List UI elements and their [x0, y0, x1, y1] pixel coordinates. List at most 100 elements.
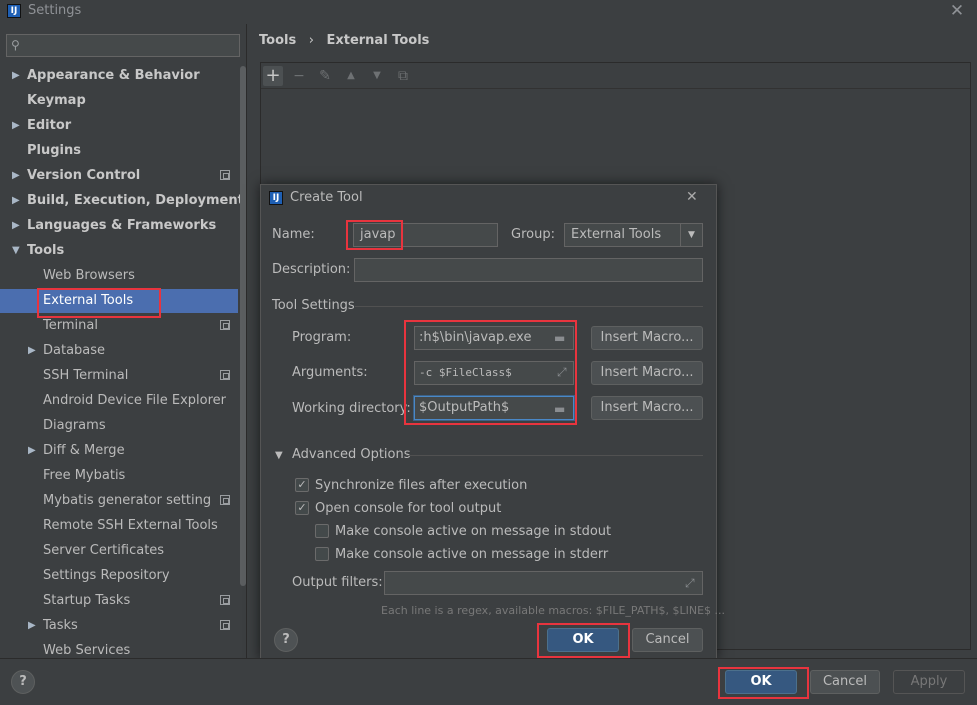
sidebar-item[interactable]: ▶ Editor [0, 114, 238, 138]
sidebar-item-label: Tools [27, 243, 65, 258]
sidebar-item[interactable]: Plugins [0, 139, 238, 163]
chevron-right-icon[interactable]: ▶ [12, 214, 20, 238]
sidebar-item[interactable]: Startup Tasks [0, 589, 238, 613]
insert-macro-button-workdir[interactable]: Insert Macro... [591, 396, 703, 420]
add-icon[interactable]: + [263, 66, 283, 86]
insert-macro-button-program[interactable]: Insert Macro... [591, 326, 703, 350]
sidebar-item-label: Mybatis generator setting [43, 493, 212, 508]
sidebar-item[interactable]: Web Browsers [0, 264, 238, 288]
sidebar-item[interactable]: Keymap [0, 89, 238, 113]
project-scope-icon [220, 495, 230, 505]
group-label: Group: [511, 227, 555, 242]
advanced-options-label[interactable]: Advanced Options [292, 447, 411, 462]
folder-icon[interactable]: ▬ [554, 402, 565, 416]
sidebar-item[interactable]: Terminal [0, 314, 238, 338]
sidebar-item[interactable]: Mybatis generator setting [0, 489, 238, 513]
sidebar-item-label: Server Certificates [43, 543, 165, 558]
breadcrumb: Tools › External Tools [259, 33, 429, 48]
sidebar-item-label: Remote SSH External Tools [43, 518, 218, 533]
dialog-help-button[interactable]: ? [274, 628, 298, 652]
chevron-right-icon[interactable]: ▶ [12, 64, 20, 88]
chevron-right-icon[interactable]: ▶ [12, 164, 20, 188]
copy-icon[interactable]: ⧉ [393, 66, 413, 86]
sidebar-item[interactable]: ▶ Build, Execution, Deployment [0, 189, 244, 213]
settings-ok-button[interactable]: OK [725, 670, 797, 694]
move-up-icon[interactable]: ▲ [341, 66, 361, 86]
output-filters-hint: Each line is a regex, available macros: … [381, 604, 726, 617]
sidebar-item-label: Android Device File Explorer [43, 393, 226, 408]
sidebar-item-label: Database [43, 343, 106, 358]
synchronize-files-label: Synchronize files after execution [315, 478, 528, 493]
sidebar-item[interactable]: Free Mybatis [0, 464, 238, 488]
sidebar-item-label: External Tools [43, 293, 134, 308]
name-label: Name: [272, 227, 315, 242]
edit-icon[interactable]: ✎ [315, 66, 335, 86]
stdout-label: Make console active on message in stdout [335, 524, 612, 539]
project-scope-icon [220, 170, 230, 180]
sidebar-item[interactable]: ▶ Tasks [0, 614, 238, 638]
window-close-icon[interactable]: ✕ [946, 0, 968, 22]
sidebar-item[interactable]: ▶ Diff & Merge [0, 439, 238, 463]
move-down-icon[interactable]: ▼ [367, 66, 387, 86]
sidebar-item-label: Tasks [43, 618, 78, 633]
breadcrumb-parent[interactable]: Tools [259, 33, 296, 48]
output-filters-label: Output filters: [292, 575, 383, 590]
sidebar-item[interactable]: ▶ Version Control [0, 164, 238, 188]
stderr-checkbox[interactable] [315, 547, 329, 561]
working-directory-input[interactable]: $OutputPath$ [414, 396, 574, 420]
chevron-down-icon[interactable]: ▼ [12, 239, 20, 263]
dialog-app-icon: IJ [269, 191, 283, 205]
output-filters-input[interactable] [384, 571, 703, 595]
sidebar-item[interactable]: ▶ Database [0, 339, 238, 363]
dialog-title: Create Tool [290, 190, 363, 205]
folder-icon[interactable]: ▬ [554, 331, 565, 345]
settings-cancel-button[interactable]: Cancel [810, 670, 880, 694]
insert-macro-button-arguments[interactable]: Insert Macro... [591, 361, 703, 385]
sidebar-item[interactable]: Diagrams [0, 414, 238, 438]
sidebar-item[interactable]: ▶ Languages & Frameworks [0, 214, 238, 238]
settings-help-button[interactable]: ? [11, 670, 35, 694]
stdout-checkbox[interactable] [315, 524, 329, 538]
description-input[interactable] [354, 258, 703, 282]
intellij-app-icon: IJ [7, 4, 21, 18]
arguments-label: Arguments: [292, 365, 368, 380]
settings-search-input[interactable] [6, 34, 240, 57]
advanced-options-separator [406, 455, 703, 456]
chevron-right-icon[interactable]: ▶ [28, 439, 36, 463]
sidebar-item-label: SSH Terminal [43, 368, 129, 383]
sidebar-item[interactable]: Server Certificates [0, 539, 238, 563]
chevron-right-icon[interactable]: ▶ [12, 189, 20, 213]
sidebar-item[interactable]: External Tools [0, 289, 238, 313]
name-input[interactable]: javap [353, 223, 498, 247]
working-directory-label: Working directory: [292, 401, 411, 416]
dialog-ok-button[interactable]: OK [547, 628, 619, 652]
sidebar-item-label: Build, Execution, Deployment [27, 193, 244, 208]
dialog-cancel-button[interactable]: Cancel [632, 628, 703, 652]
sidebar-item[interactable]: ▼ Tools [0, 239, 238, 263]
dialog-close-icon[interactable]: ✕ [686, 189, 698, 205]
arguments-input[interactable]: -c $FileClass$ [414, 361, 574, 385]
expand-icon[interactable]: ⤢ [557, 365, 567, 380]
breadcrumb-current: External Tools [326, 33, 430, 48]
settings-apply-button[interactable]: Apply [893, 670, 965, 694]
program-input[interactable]: :h$\bin\javap.exe [414, 326, 574, 350]
chevron-right-icon[interactable]: ▶ [28, 614, 36, 638]
sidebar-item[interactable]: Settings Repository [0, 564, 238, 588]
sidebar-item-label: Web Browsers [43, 268, 135, 283]
description-label: Description: [272, 262, 351, 277]
advanced-options-toggle-icon[interactable]: ▼ [275, 450, 283, 461]
chevron-down-icon[interactable]: ▼ [680, 224, 702, 246]
synchronize-files-checkbox[interactable]: ✓ [295, 478, 309, 492]
sidebar-scrollbar[interactable] [240, 66, 246, 586]
project-scope-icon [220, 370, 230, 380]
remove-icon[interactable]: − [289, 66, 309, 86]
open-console-checkbox[interactable]: ✓ [295, 501, 309, 515]
chevron-right-icon[interactable]: ▶ [28, 339, 36, 363]
sidebar-item[interactable]: SSH Terminal [0, 364, 238, 388]
chevron-right-icon[interactable]: ▶ [12, 114, 20, 138]
sidebar-item-label: Appearance & Behavior [27, 68, 200, 83]
sidebar-item[interactable]: Remote SSH External Tools [0, 514, 238, 538]
sidebar-item[interactable]: Android Device File Explorer [0, 389, 238, 413]
expand-icon[interactable]: ⤢ [685, 576, 695, 591]
sidebar-item[interactable]: ▶ Appearance & Behavior [0, 64, 238, 88]
